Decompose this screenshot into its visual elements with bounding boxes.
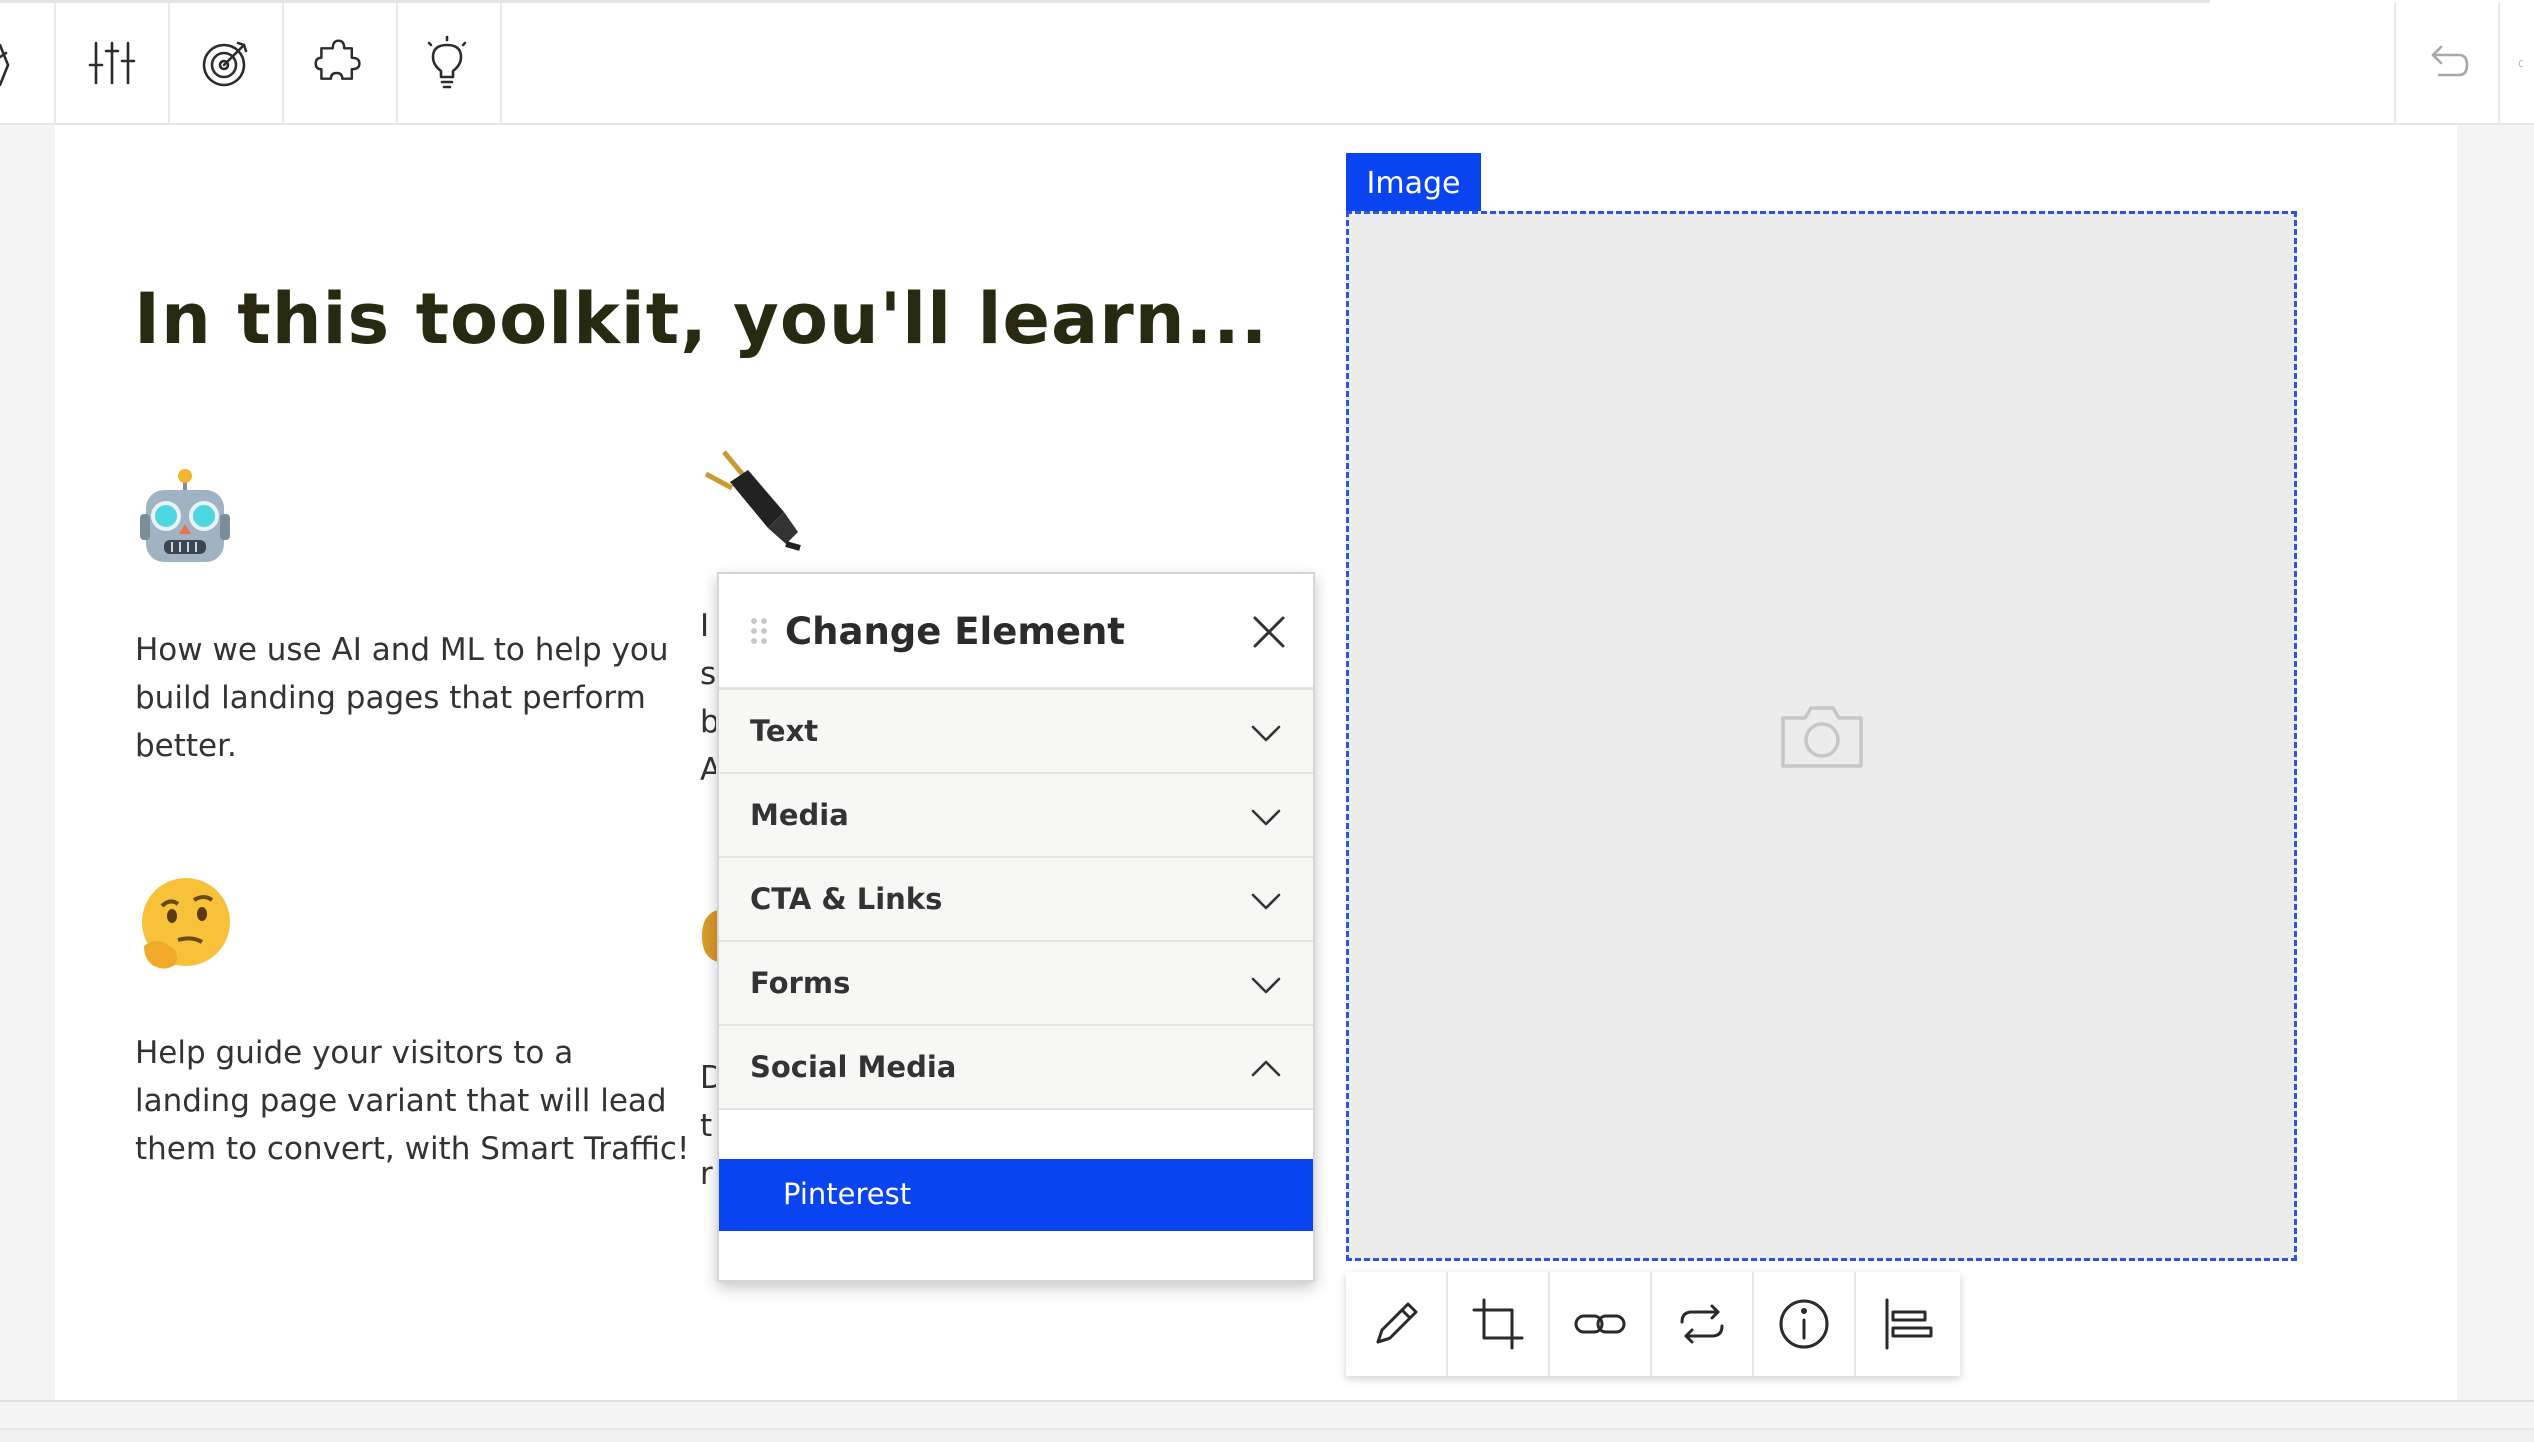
undo-button[interactable] [2394, 3, 2498, 123]
image-element-tag[interactable]: Image [1346, 153, 1481, 213]
status-bar [0, 1428, 2534, 1442]
category-label: Forms [750, 966, 851, 1000]
pencil-icon [1376, 1302, 1418, 1344]
close-icon [1253, 616, 1285, 648]
robot-emoji[interactable] [136, 468, 234, 572]
redo-button[interactable] [2498, 3, 2534, 123]
align-image-button[interactable] [1856, 1272, 1958, 1376]
edit-image-button[interactable] [1346, 1272, 1448, 1376]
swap-icon [1680, 1304, 1724, 1344]
puzzle-icon [314, 39, 361, 80]
category-forms[interactable]: Forms [719, 942, 1313, 1026]
change-element-panel: Change Element Text Media CTA & Links Fo… [717, 572, 1315, 1282]
category-label: CTA & Links [750, 882, 943, 916]
category-cta-links[interactable]: CTA & Links [719, 858, 1313, 942]
align-left-icon [1885, 1298, 1933, 1350]
partial-emoji[interactable] [700, 908, 718, 964]
chevron-down-icon [1249, 800, 1283, 834]
category-social-media[interactable]: Social Media [719, 1026, 1313, 1110]
info-icon [1779, 1299, 1829, 1349]
link-image-button[interactable] [1550, 1272, 1652, 1376]
chevron-down-icon [1249, 884, 1283, 918]
page-icon [0, 43, 10, 87]
canvas-bottom-edge [0, 1400, 2534, 1402]
lightbulb-icon [427, 35, 467, 89]
chevron-up-icon [1249, 1052, 1283, 1086]
undo-icon [2431, 45, 2469, 77]
crop-icon [1472, 1298, 1524, 1350]
chevron-down-icon [1249, 716, 1283, 750]
target-icon [202, 41, 248, 87]
element-option-label: Pinterest [783, 1177, 912, 1211]
link-icon [1574, 1314, 1626, 1334]
category-text[interactable]: Text [719, 690, 1313, 774]
integrations-tool-button[interactable] [284, 3, 398, 123]
tips-tool-button[interactable] [398, 3, 502, 123]
close-panel-button[interactable] [1249, 612, 1289, 652]
panel-title: Change Element [785, 610, 1125, 653]
category-media[interactable]: Media [719, 774, 1313, 858]
crop-image-button[interactable] [1448, 1272, 1550, 1376]
settings-tool-button[interactable] [56, 3, 170, 123]
camera-icon [1780, 706, 1863, 768]
feature-text-integrations-partial[interactable]: I s b A [700, 602, 716, 794]
image-info-button[interactable] [1754, 1272, 1856, 1376]
chevron-down-icon [1249, 968, 1283, 1002]
panel-header: Change Element [719, 574, 1313, 690]
redo-icon [2518, 60, 2523, 68]
element-option-pinterest[interactable]: Pinterest [719, 1159, 1313, 1231]
category-label: Social Media [750, 1050, 957, 1084]
editor-toolbar [0, 0, 2534, 125]
drag-handle-icon[interactable] [749, 616, 769, 646]
category-label: Media [750, 798, 849, 832]
sliders-icon [88, 41, 136, 85]
feature-text-ai[interactable]: How we use AI and ML to help you build l… [135, 626, 695, 770]
category-label: Text [750, 714, 819, 748]
feature-text-smart-traffic[interactable]: Help guide your visitors to a landing pa… [135, 1029, 695, 1173]
image-placeholder[interactable] [1346, 211, 2297, 1261]
page-headline[interactable]: In this toolkit, you'll learn... [134, 278, 1268, 360]
image-toolbar [1346, 1272, 1960, 1376]
replace-image-button[interactable] [1652, 1272, 1754, 1376]
page-tool-button[interactable] [0, 3, 56, 123]
plug-emoji[interactable] [698, 448, 808, 552]
feature-text-fourth-partial[interactable]: D t r [700, 1054, 716, 1198]
goals-tool-button[interactable] [170, 3, 284, 123]
thinking-face-emoji[interactable] [136, 876, 234, 976]
